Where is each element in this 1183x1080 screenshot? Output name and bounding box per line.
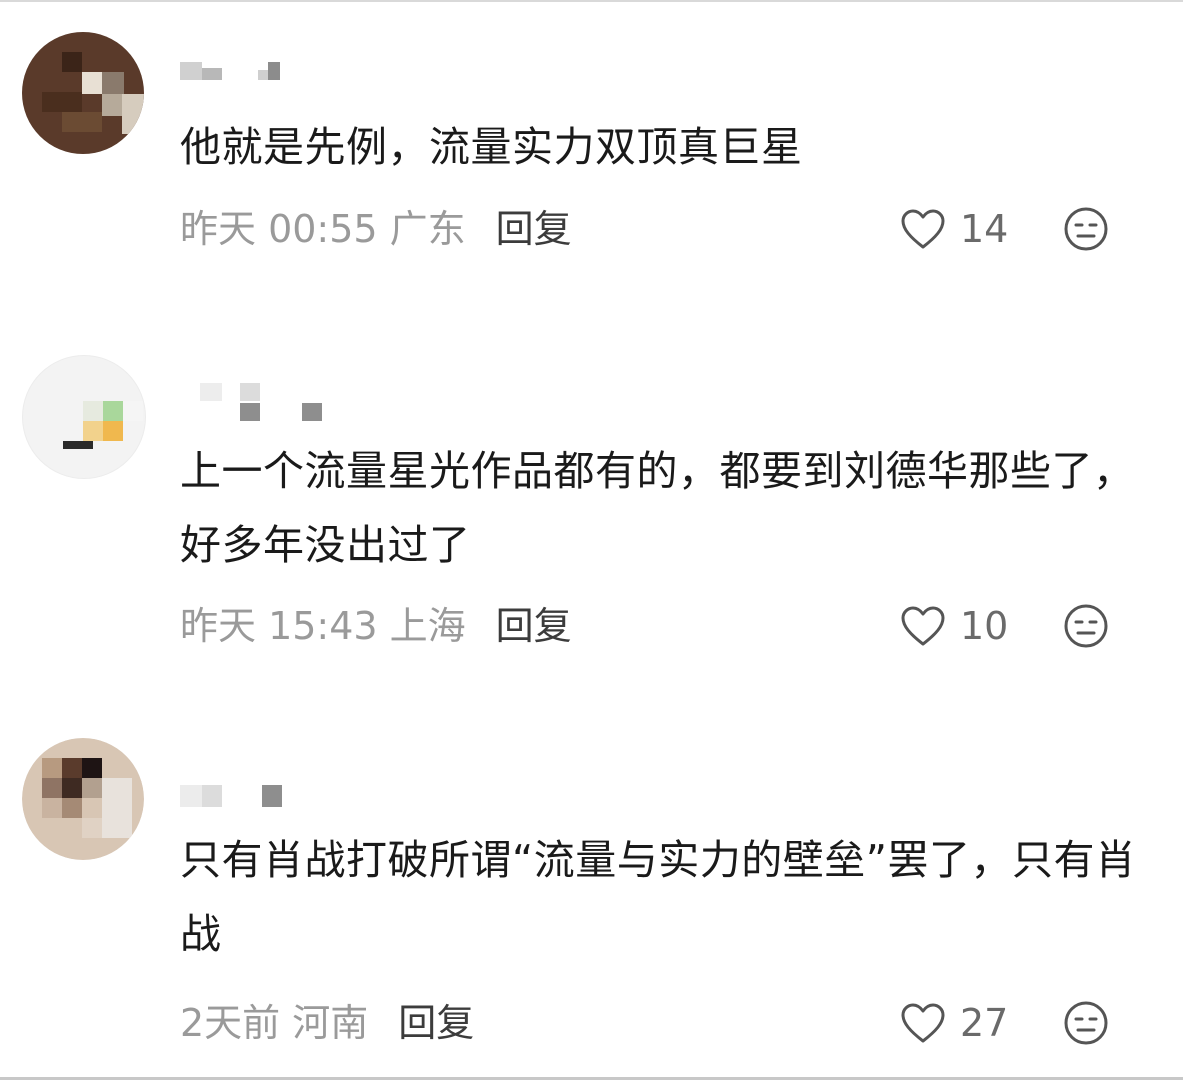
heart-outline-icon	[900, 1002, 946, 1044]
like-count: 14	[960, 207, 1009, 251]
comment-meta: 昨天 00:55 广东 回复	[180, 204, 572, 254]
reply-button[interactable]: 回复	[496, 604, 572, 648]
like-count: 27	[960, 1001, 1009, 1045]
like-count: 10	[960, 604, 1009, 648]
dislike-button[interactable]	[1063, 603, 1109, 653]
dislike-button[interactable]	[1063, 1000, 1109, 1050]
avatar[interactable]	[22, 32, 144, 154]
like-button[interactable]: 27	[900, 998, 1008, 1048]
comment-item: 他就是先例，流量实力双顶真巨星 昨天 00:55 广东 回复 14	[0, 0, 1183, 300]
comment-meta: 2天前 河南 回复	[180, 998, 474, 1048]
like-button[interactable]: 10	[900, 601, 1008, 651]
meh-face-icon	[1063, 604, 1109, 653]
comment-text: 只有肖战打破所谓“流量与实力的壁垒”罢了，只有肖战	[180, 836, 1137, 958]
dislike-button[interactable]	[1063, 206, 1109, 256]
comment-text: 他就是先例，流量实力双顶真巨星	[180, 123, 803, 171]
comment-item: 上一个流量星光作品都有的，都要到刘德华那些了，好多年没出过了 昨天 15:43 …	[0, 330, 1183, 700]
meh-face-icon	[1063, 1001, 1109, 1050]
reply-button[interactable]: 回复	[496, 207, 572, 251]
comment-time-location: 2天前 河南	[180, 1001, 369, 1045]
username-redacted-blocks	[200, 383, 330, 421]
heart-outline-icon	[900, 208, 946, 250]
avatar[interactable]	[22, 355, 146, 479]
username-redacted-blocks	[180, 785, 290, 807]
comment-text: 上一个流量星光作品都有的，都要到刘德华那些了，好多年没出过了	[180, 447, 1135, 569]
comment-time-location: 昨天 15:43 上海	[180, 604, 466, 648]
comment-meta: 昨天 15:43 上海 回复	[180, 601, 572, 651]
comment-time-location: 昨天 00:55 广东	[180, 207, 466, 251]
avatar[interactable]	[22, 738, 144, 860]
heart-outline-icon	[900, 605, 946, 647]
meh-face-icon	[1063, 207, 1109, 256]
comment-item: 只有肖战打破所谓“流量与实力的壁垒”罢了，只有肖战 2天前 河南 回复 27	[0, 720, 1183, 1075]
reply-button[interactable]: 回复	[398, 1001, 474, 1045]
like-button[interactable]: 14	[900, 204, 1008, 254]
